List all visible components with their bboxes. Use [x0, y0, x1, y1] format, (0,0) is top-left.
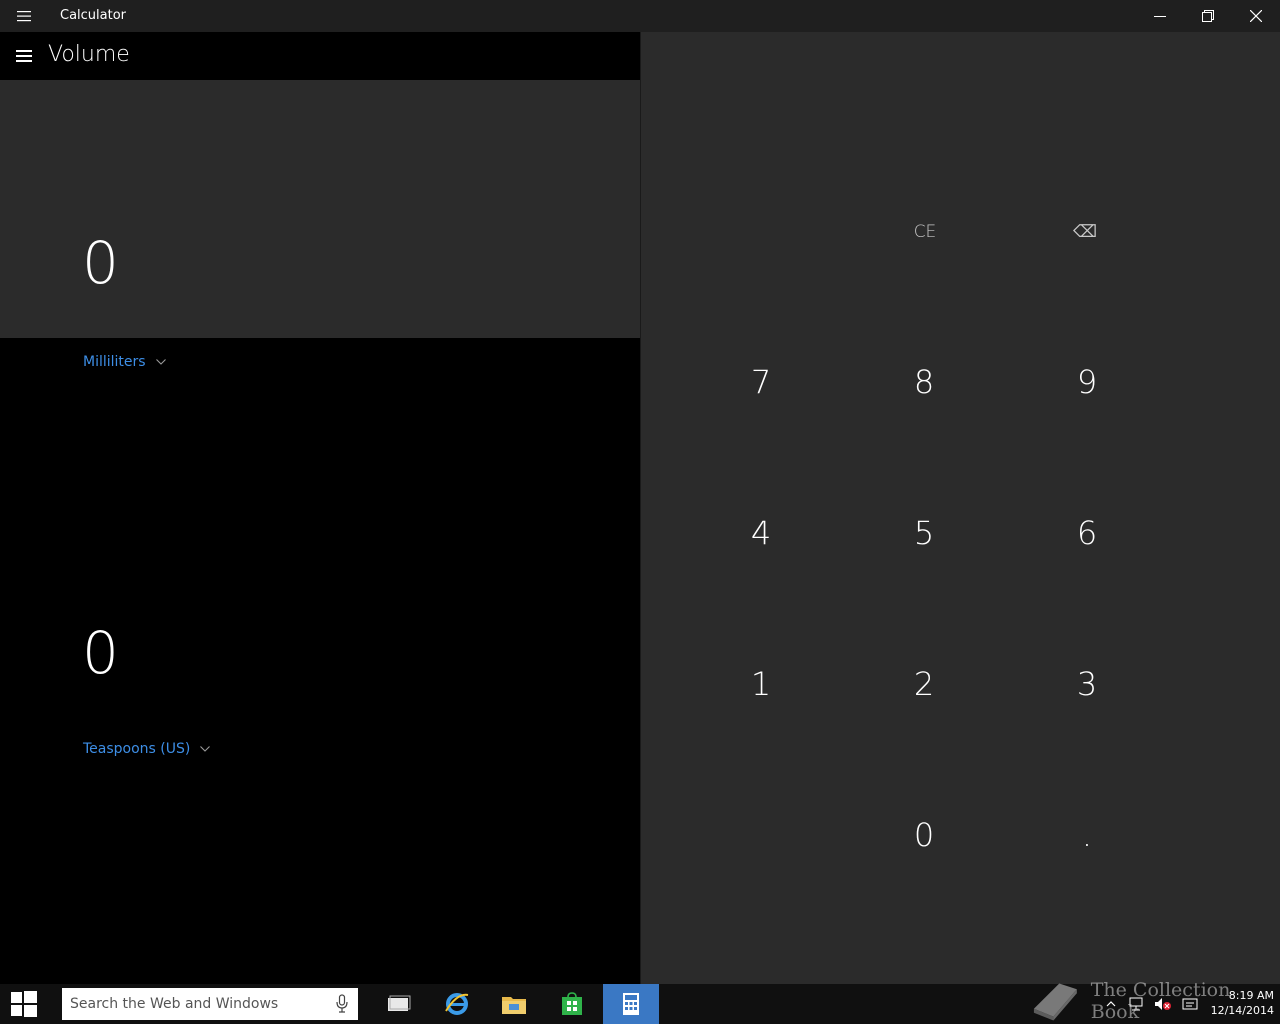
key-2[interactable]: 2 [849, 614, 999, 754]
file-explorer-button[interactable] [486, 984, 542, 1024]
internet-explorer-button[interactable] [429, 984, 485, 1024]
key-4[interactable]: 4 [686, 463, 836, 603]
key-7[interactable]: 7 [686, 312, 836, 452]
book-logo-icon [1033, 983, 1077, 1021]
restore-button[interactable] [1184, 0, 1232, 32]
converter-panel: Volume 0 Milliliters 0 Teaspoons (US) [0, 32, 640, 984]
from-unit-label: Milliliters [83, 354, 146, 370]
restore-icon [1202, 10, 1214, 22]
hamburger-icon [16, 50, 32, 62]
from-value[interactable]: 0 [82, 234, 119, 292]
backspace-button[interactable]: ⌫ [1010, 162, 1160, 302]
from-unit-dropdown[interactable]: Milliliters [83, 354, 166, 370]
chevron-down-icon [200, 746, 211, 752]
to-unit-dropdown[interactable]: Teaspoons (US) [83, 741, 211, 757]
watermark: The Collection Book [1030, 978, 1280, 1024]
title-bar: Calculator [0, 0, 1280, 32]
store-icon [562, 992, 582, 1015]
app-header: Volume [0, 32, 640, 80]
keypad: CE ⌫ 7 8 9 4 5 6 1 2 3 0 . [641, 32, 1280, 984]
calculator-icon [623, 993, 639, 1015]
chevron-down-icon [155, 359, 166, 365]
minimize-icon [1154, 16, 1166, 17]
store-button[interactable] [544, 984, 600, 1024]
windows-logo-icon [11, 991, 37, 1017]
folder-icon [502, 997, 526, 1014]
decimal-key[interactable]: . [1012, 765, 1162, 905]
calculator-taskbar-button[interactable] [603, 984, 659, 1024]
key-6[interactable]: 6 [1012, 463, 1162, 603]
task-view-icon [388, 995, 411, 1011]
menu-icon[interactable] [0, 0, 48, 32]
key-0[interactable]: 0 [849, 765, 999, 905]
key-3[interactable]: 3 [1012, 614, 1162, 754]
search-input[interactable] [62, 996, 322, 1012]
key-1[interactable]: 1 [686, 614, 836, 754]
to-unit-label: Teaspoons (US) [83, 741, 191, 757]
key-8[interactable]: 8 [849, 312, 999, 452]
to-value[interactable]: 0 [82, 624, 119, 682]
clear-entry-button[interactable]: CE [850, 162, 1000, 302]
internet-explorer-icon [445, 993, 469, 1015]
key-5[interactable]: 5 [849, 463, 999, 603]
close-button[interactable] [1232, 0, 1280, 32]
navigation-menu-button[interactable] [0, 32, 48, 80]
minimize-button[interactable] [1136, 0, 1184, 32]
key-9[interactable]: 9 [1012, 312, 1162, 452]
task-view-button[interactable] [371, 984, 427, 1024]
taskbar-search-box[interactable] [62, 988, 358, 1020]
watermark-text: The Collection Book [1090, 979, 1231, 1023]
close-icon [1250, 10, 1262, 22]
start-button[interactable] [0, 984, 48, 1024]
from-value-area[interactable]: 0 [0, 80, 640, 338]
window-title: Calculator [60, 8, 127, 23]
microphone-icon [336, 994, 348, 1013]
mode-title: Volume [48, 42, 130, 67]
